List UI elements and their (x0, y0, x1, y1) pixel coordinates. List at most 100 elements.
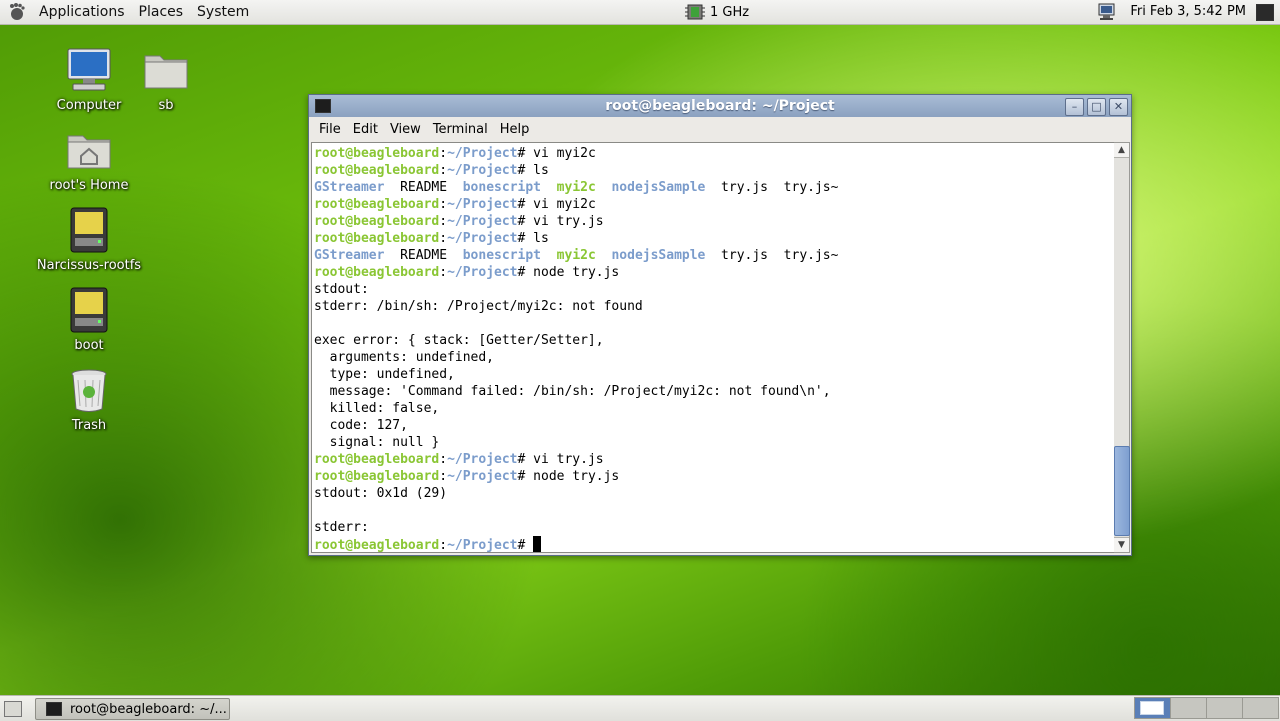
ls-entry: GStreamer (314, 248, 385, 263)
workspace-1[interactable] (1134, 697, 1171, 719)
terminal-line: root@beagleboard:~/Project# vi myi2c (314, 145, 838, 162)
menu-file[interactable]: File (313, 122, 347, 137)
folder-icon (142, 46, 190, 94)
workspace-switcher (1134, 697, 1280, 719)
menu-view[interactable]: View (384, 122, 427, 137)
scroll-down-arrow[interactable]: ▼ (1114, 537, 1129, 552)
prompt-user: root@beagleboard (314, 538, 440, 553)
desktop-icon-label: boot (74, 338, 104, 353)
drive-icon (65, 286, 113, 334)
window-title: root@beagleboard: ~/Project (605, 98, 835, 114)
prompt-user: root@beagleboard (314, 469, 440, 484)
desktop-icon-label: Narcissus-rootfs (36, 258, 142, 273)
cpu-icon (685, 4, 705, 20)
desktop-icon-boot[interactable]: boot (34, 286, 144, 353)
prompt-cwd: ~/Project (447, 197, 518, 212)
terminal-line: root@beagleboard:~/Project# (314, 536, 838, 553)
menu-applications[interactable]: Applications (32, 0, 132, 24)
terminal-window[interactable]: root@beagleboard: ~/Project – □ ✕ File E… (308, 94, 1132, 556)
ls-entry: try.js~ (783, 180, 839, 195)
menu-edit[interactable]: Edit (347, 122, 384, 137)
scroll-up-arrow[interactable]: ▲ (1114, 143, 1129, 158)
terminal-line: GStreamer README bonescript myi2c nodejs… (314, 247, 838, 264)
desktop-icon-trash[interactable]: Trash (34, 366, 144, 433)
output-text: stderr: /bin/sh: /Project/myi2c: not fou… (314, 299, 643, 314)
workspace-3[interactable] (1206, 697, 1243, 719)
minimize-button[interactable]: – (1065, 98, 1084, 116)
output-text: signal: null } (314, 435, 440, 450)
desktop-icon-label: sb (158, 98, 174, 113)
desktop-icon-sb[interactable]: sb (111, 46, 221, 113)
window-titlebar[interactable]: root@beagleboard: ~/Project – □ ✕ (309, 95, 1131, 117)
top-panel: Applications Places System 1 GHz Fri Feb… (0, 0, 1280, 25)
menu-places[interactable]: Places (132, 0, 191, 24)
terminal-line: stdout: 0x1d (29) (314, 485, 838, 502)
show-desktop-icon[interactable] (4, 701, 22, 717)
scrollbar-thumb[interactable] (1114, 446, 1130, 536)
cpu-frequency-applet[interactable]: 1 GHz (684, 2, 749, 22)
desktop-icon-narcissus[interactable]: Narcissus-rootfs (34, 206, 144, 273)
prompt-command: # node try.js (517, 265, 620, 280)
ls-gap (596, 180, 612, 195)
ls-gap (447, 180, 463, 195)
network-icon[interactable] (1097, 2, 1119, 22)
prompt-cwd: ~/Project (447, 452, 518, 467)
prompt-separator: : (439, 469, 448, 484)
menu-terminal[interactable]: Terminal (427, 122, 494, 137)
workspace-4[interactable] (1242, 697, 1279, 719)
prompt-command: # vi try.js (517, 214, 604, 229)
output-text: message: 'Command failed: /bin/sh: /Proj… (314, 384, 831, 399)
home-folder-icon (65, 126, 113, 174)
terminal-output[interactable]: root@beagleboard:~/Project# vi myi2c root… (311, 142, 1116, 553)
terminal-line: type: undefined, (314, 366, 838, 383)
prompt-user: root@beagleboard (314, 197, 440, 212)
output-text: type: undefined, (314, 367, 455, 382)
terminal-scrollbar[interactable]: ▲ ▼ (1114, 142, 1130, 553)
prompt-command: # node try.js (517, 469, 620, 484)
ls-entry: myi2c (556, 248, 596, 263)
gnome-foot-icon[interactable] (6, 1, 28, 23)
terminal-launcher-icon[interactable] (1256, 4, 1274, 21)
ls-entry: README (400, 248, 448, 263)
prompt-user: root@beagleboard (314, 265, 440, 280)
prompt-cwd: ~/Project (447, 265, 518, 280)
menu-system[interactable]: System (190, 0, 256, 24)
terminal-line: root@beagleboard:~/Project# node try.js (314, 264, 838, 281)
terminal-line: killed: false, (314, 400, 838, 417)
ls-gap (705, 180, 721, 195)
close-button[interactable]: ✕ (1109, 98, 1128, 116)
ls-entry: try.js (721, 248, 769, 263)
terminal-line: root@beagleboard:~/Project# node try.js (314, 468, 838, 485)
terminal-line: signal: null } (314, 434, 838, 451)
terminal-line: root@beagleboard:~/Project# ls (314, 230, 838, 247)
menu-help[interactable]: Help (494, 122, 536, 137)
terminal-line: root@beagleboard:~/Project# vi myi2c (314, 196, 838, 213)
terminal-line: GStreamer README bonescript myi2c nodejs… (314, 179, 838, 196)
prompt-cwd: ~/Project (447, 163, 518, 178)
cpu-frequency-label: 1 GHz (710, 4, 750, 20)
workspace-2[interactable] (1170, 697, 1207, 719)
ls-entry: bonescript (462, 248, 542, 263)
ls-entry: nodejsSample (611, 248, 706, 263)
prompt-separator: : (439, 163, 448, 178)
workspace-window-thumbnail (1140, 701, 1164, 715)
desktop-icon-label: root's Home (49, 178, 129, 193)
clock[interactable]: Fri Feb 3, 5:42 PM (1130, 0, 1246, 24)
drive-icon (65, 206, 113, 254)
desktop-icon-home[interactable]: root's Home (34, 126, 144, 193)
prompt-command: # (517, 538, 534, 553)
terminal-line: stderr: /bin/sh: /Project/myi2c: not fou… (314, 298, 838, 315)
prompt-separator: : (439, 214, 448, 229)
prompt-cwd: ~/Project (447, 231, 518, 246)
taskbar-window-button[interactable]: root@beagleboard: ~/... (35, 698, 230, 720)
ls-entry: nodejsSample (611, 180, 706, 195)
output-text: killed: false, (314, 401, 440, 416)
bottom-panel: root@beagleboard: ~/... (0, 695, 1280, 721)
terminal-lines: root@beagleboard:~/Project# vi myi2c root… (314, 145, 838, 553)
output-text: exec error: { stack: [Getter/Setter], (314, 333, 604, 348)
terminal-cursor (533, 536, 542, 552)
prompt-cwd: ~/Project (447, 469, 518, 484)
maximize-button[interactable]: □ (1087, 98, 1106, 116)
prompt-command: # ls (517, 163, 549, 178)
prompt-command: # ls (517, 231, 549, 246)
